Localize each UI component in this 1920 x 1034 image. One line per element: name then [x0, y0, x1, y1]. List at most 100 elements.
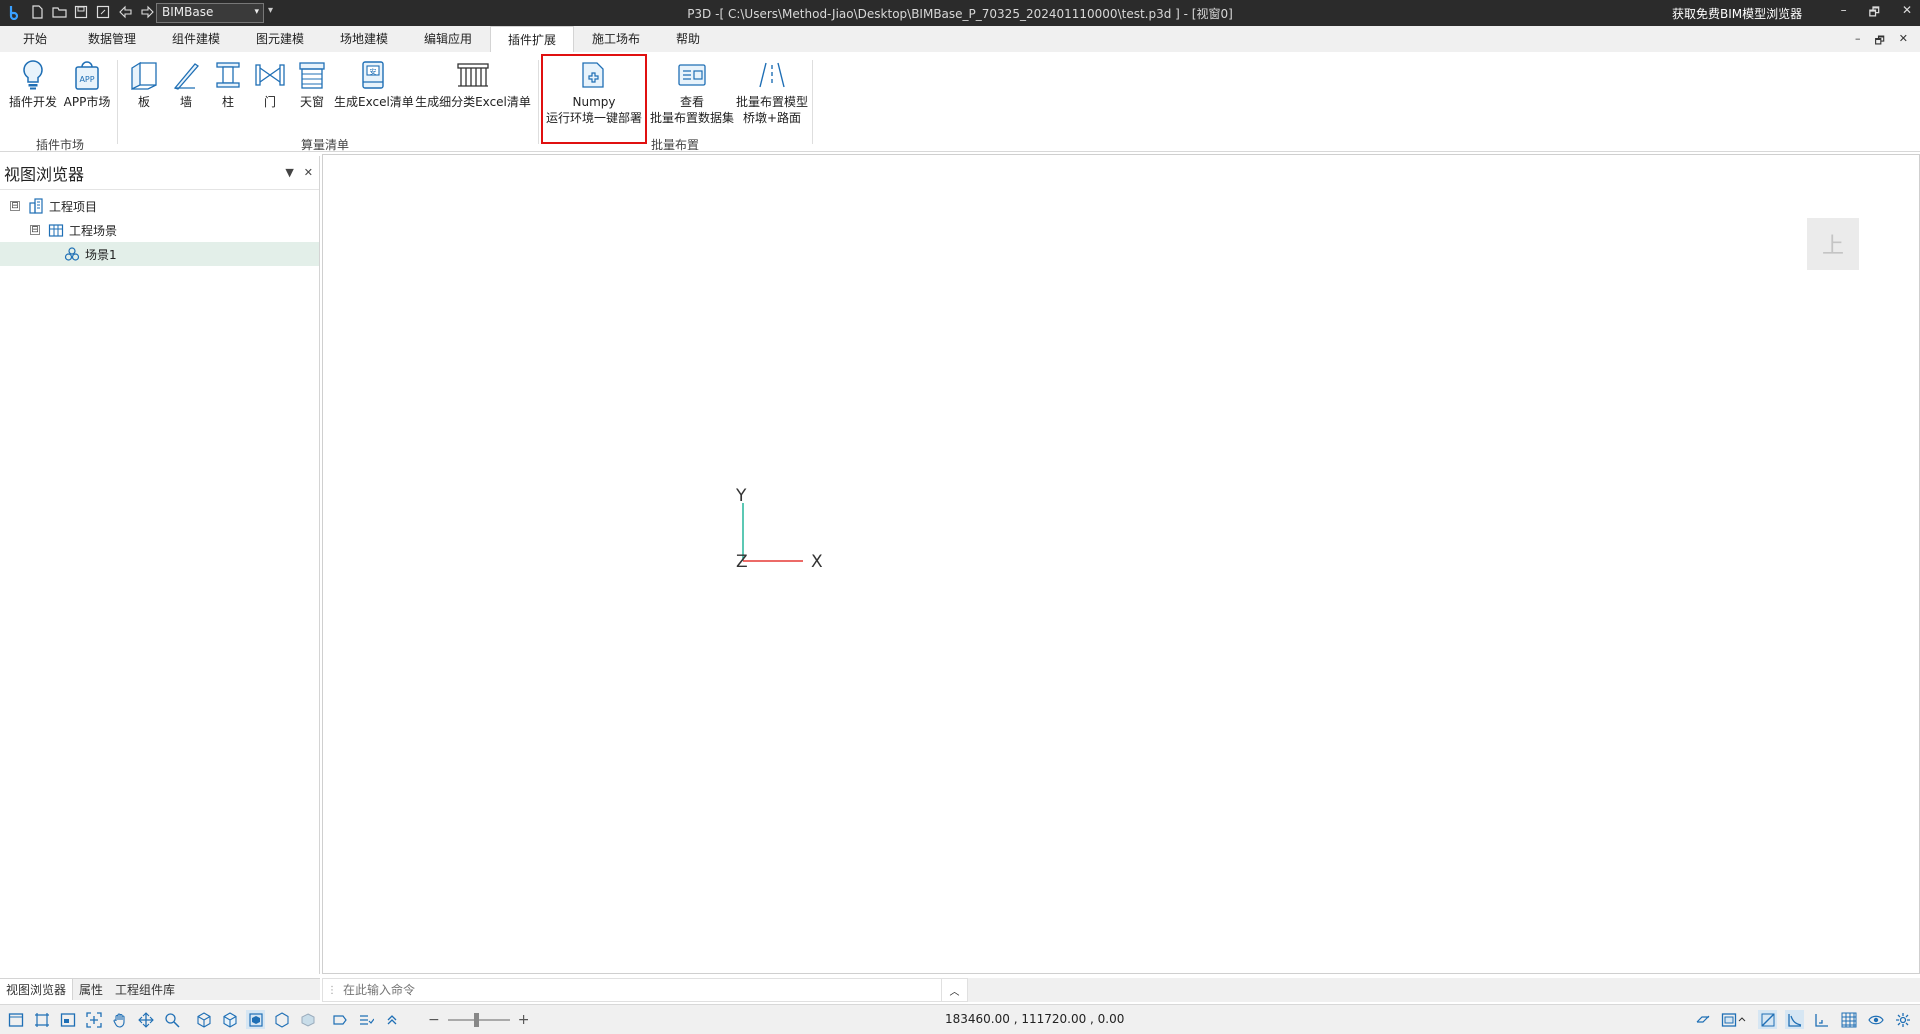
panel-title: 视图浏览器: [4, 164, 85, 184]
group-label-batch: 批量布置: [650, 138, 699, 152]
title-bar: BIMBase ▾ ▾ P3D -[ C:\Users\Method-Jiao\…: [0, 0, 1920, 26]
shaded-cube-icon[interactable]: [246, 1010, 265, 1029]
tab-component-modeling[interactable]: 组件建模: [162, 26, 230, 52]
grid-icon[interactable]: [1839, 1010, 1858, 1029]
tree-node-project[interactable]: ⊟ 工程项目: [0, 194, 319, 218]
tab-properties[interactable]: 属性: [73, 979, 109, 1000]
collapse-icon[interactable]: ⊟: [30, 225, 40, 235]
tree-node-scene-group[interactable]: ⊟ 工程场景: [0, 218, 319, 242]
skylight-button[interactable]: 天窗: [294, 58, 330, 110]
door-icon: [252, 58, 288, 92]
generate-detail-excel-button[interactable]: 生成细分类Excel清单: [414, 58, 532, 110]
shopping-bag-icon: APP: [62, 58, 112, 92]
plugin-dev-button[interactable]: 插件开发: [8, 58, 58, 110]
view-batch-dataset-button[interactable]: 查看 批量布置数据集: [648, 58, 736, 126]
orbit-icon[interactable]: [136, 1010, 155, 1029]
zoom-extents-icon[interactable]: [84, 1010, 103, 1029]
save-icon[interactable]: [72, 3, 90, 21]
app-market-button[interactable]: APP APP市场: [62, 58, 112, 110]
scene-objects-icon: [64, 246, 80, 262]
tab-site-modeling[interactable]: 场地建模: [330, 26, 398, 52]
window-view-icon[interactable]: [58, 1010, 77, 1029]
model-viewport[interactable]: Y X Z: [322, 154, 1920, 974]
open-folder-icon[interactable]: [50, 3, 68, 21]
batch-layout-model-button[interactable]: 批量布置模型 桥墩+路面: [732, 58, 812, 126]
tab-construction-layout[interactable]: 施工场布: [582, 26, 650, 52]
status-bar: − + 183460.00 , 111720.00 , 0.00: [0, 1004, 1920, 1034]
doc-close-button[interactable]: ✕: [1899, 32, 1908, 51]
group-separator: [117, 60, 118, 144]
generate-excel-button[interactable]: 安 生成Excel清单: [334, 58, 414, 110]
tab-plugin-extension[interactable]: 插件扩展: [490, 26, 574, 52]
zoom-icon[interactable]: [162, 1010, 181, 1029]
batch-label-line2: 桥墩+路面: [742, 111, 802, 125]
settings-gear-icon[interactable]: [1893, 1010, 1912, 1029]
column-label: 柱: [221, 95, 234, 109]
zoom-in-button[interactable]: +: [518, 1012, 530, 1028]
pan-hand-icon[interactable]: [110, 1010, 129, 1029]
material-cube-icon[interactable]: [298, 1010, 317, 1029]
tag-icon[interactable]: [330, 1010, 349, 1029]
snap-curve-icon[interactable]: [1785, 1010, 1804, 1029]
tree-node-scene1[interactable]: 场景1: [0, 242, 319, 266]
tab-start[interactable]: 开始: [10, 26, 60, 52]
frame-icon[interactable]: [32, 1010, 51, 1029]
view-frame-dropdown-icon[interactable]: [1720, 1010, 1750, 1029]
snap-arrow-icon[interactable]: [1693, 1010, 1712, 1029]
doc-minimize-button[interactable]: –: [1855, 32, 1861, 51]
slab-button[interactable]: 板: [126, 58, 162, 110]
batch-label-line1: 批量布置模型: [735, 95, 808, 109]
zoom-slider-thumb[interactable]: [473, 1013, 479, 1027]
generate-excel-label: 生成Excel清单: [334, 95, 414, 109]
workspace-select[interactable]: BIMBase ▾: [156, 3, 264, 23]
free-viewer-link[interactable]: 获取免费BIM模型浏览器: [1672, 5, 1802, 22]
chevron-double-up-icon[interactable]: [382, 1010, 401, 1029]
doc-restore-button[interactable]: 🗗: [1874, 32, 1884, 51]
render-cube-icon[interactable]: [272, 1010, 291, 1029]
wireframe-cube-icon[interactable]: [220, 1010, 239, 1029]
tab-component-library[interactable]: 工程组件库: [109, 979, 181, 1000]
chevron-up-icon[interactable]: ︿: [941, 979, 967, 1001]
tab-view-browser[interactable]: 视图浏览器: [0, 979, 74, 1000]
list-check-icon[interactable]: [356, 1010, 375, 1029]
snap-line-icon[interactable]: [1758, 1010, 1777, 1029]
tab-edit-apply[interactable]: 编辑应用: [414, 26, 482, 52]
iso-view-icon[interactable]: [194, 1010, 213, 1029]
grip-handle-icon[interactable]: ⋮: [327, 985, 337, 996]
ortho-icon[interactable]: [1812, 1010, 1831, 1029]
minimize-button[interactable]: –: [1841, 3, 1847, 24]
fence-icon: [414, 58, 532, 92]
column-icon: [210, 58, 246, 92]
sheet-icon[interactable]: [6, 1010, 25, 1029]
panel-menu-icon[interactable]: ▼: [285, 166, 293, 179]
new-file-icon[interactable]: [28, 3, 46, 21]
zoom-out-button[interactable]: −: [428, 1012, 440, 1028]
command-bar: ⋮ ︿: [322, 978, 968, 1002]
command-input[interactable]: [343, 983, 933, 997]
excel-book-icon: 安: [334, 58, 412, 92]
tab-data-management[interactable]: 数据管理: [78, 26, 146, 52]
wall-button[interactable]: 墙: [168, 58, 204, 110]
save-as-icon[interactable]: [94, 3, 112, 21]
group-separator: [538, 60, 539, 144]
group-separator: [812, 60, 813, 144]
panel-close-icon[interactable]: ✕: [304, 166, 313, 179]
collapse-icon[interactable]: ⊟: [10, 201, 20, 211]
column-button[interactable]: 柱: [210, 58, 246, 110]
zoom-slider-track[interactable]: [447, 1013, 510, 1027]
redo-icon[interactable]: [138, 3, 156, 21]
close-button[interactable]: ✕: [1902, 3, 1912, 24]
undo-icon[interactable]: [116, 3, 134, 21]
app-logo-icon[interactable]: [6, 3, 24, 21]
generate-detail-excel-label: 生成细分类Excel清单: [415, 95, 531, 109]
snap-tools: [1693, 1010, 1912, 1029]
door-button[interactable]: 门: [252, 58, 288, 110]
tab-help[interactable]: 帮助: [664, 26, 712, 52]
y-axis-label: Y: [735, 486, 747, 506]
customize-toolbar-icon[interactable]: ▾: [268, 5, 273, 16]
tab-element-modeling[interactable]: 图元建模: [246, 26, 314, 52]
target-eye-icon[interactable]: [1866, 1010, 1885, 1029]
restore-button[interactable]: 🗗: [1869, 3, 1880, 24]
plugin-dev-label: 插件开发: [8, 95, 57, 109]
view-cube-top[interactable]: 上: [1807, 218, 1859, 270]
